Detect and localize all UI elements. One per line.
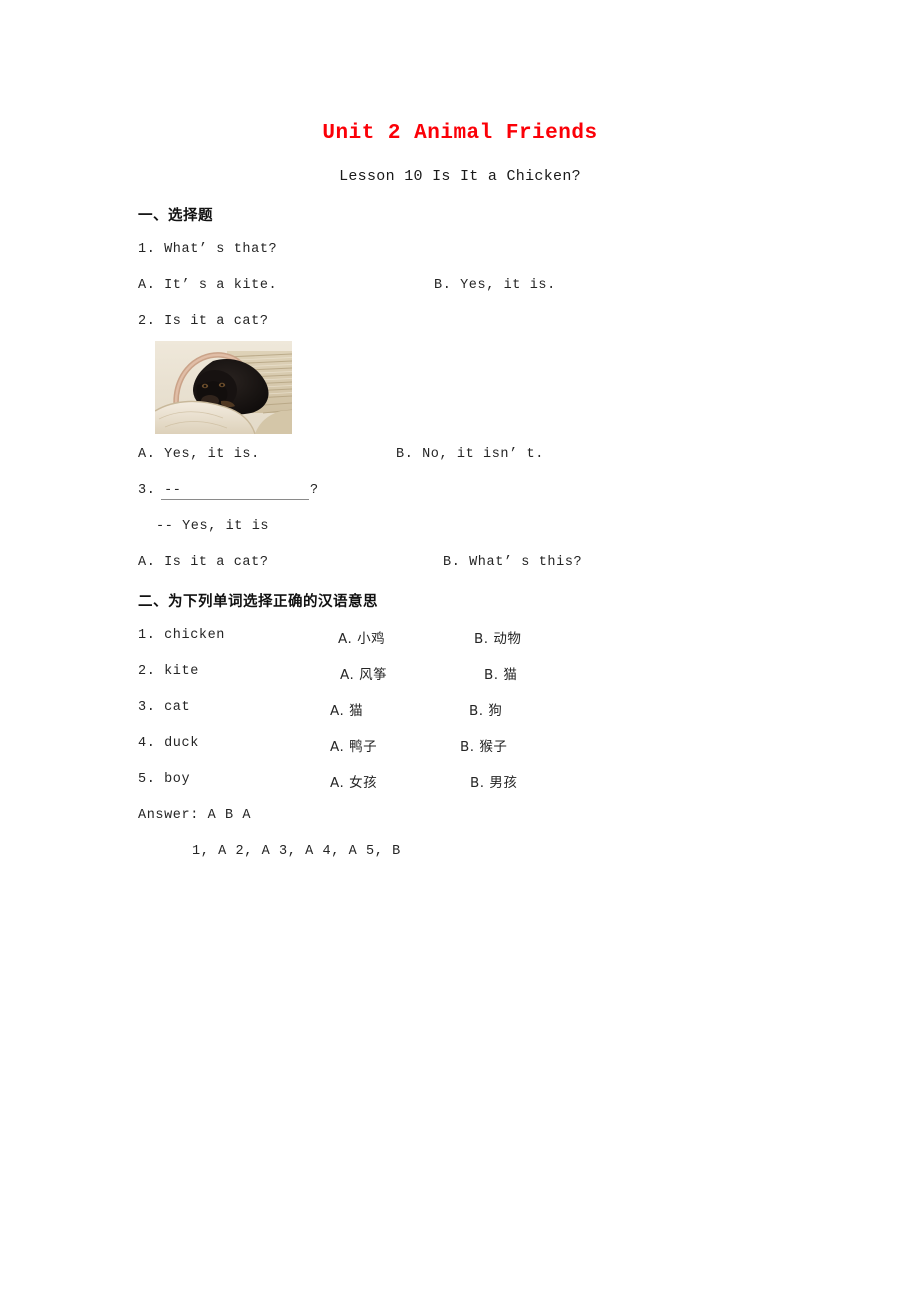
question-3-stem-suffix: ? [310, 483, 319, 498]
question-3-blank[interactable] [161, 499, 309, 500]
vocab-3-option-a[interactable]: A. 猫 [330, 699, 363, 719]
question-3-option-b[interactable]: B. What’ s this? [443, 555, 582, 570]
document-page: Unit 2 Animal Friends Lesson 10 Is It a … [0, 0, 920, 1302]
question-3-reply: -- Yes, it is [156, 519, 270, 534]
question-2-option-a[interactable]: A. Yes, it is. [138, 447, 260, 462]
question-1-stem: 1. What’ s that? [138, 242, 278, 257]
vocab-5-option-b[interactable]: B. 男孩 [470, 771, 517, 791]
vocab-2-option-b[interactable]: B. 猫 [484, 663, 517, 683]
question-2-option-b[interactable]: B. No, it isn’ t. [396, 447, 544, 462]
question-2-stem: 2. Is it a cat? [138, 314, 269, 329]
question-1-option-b[interactable]: B. Yes, it is. [434, 278, 556, 293]
dog-in-basket-illustration [155, 341, 292, 434]
question-3-option-a[interactable]: A. Is it a cat? [138, 555, 269, 570]
vocab-word-3: 3. cat [138, 700, 191, 715]
page-subtitle: Lesson 10 Is It a Chicken? [339, 168, 581, 185]
dog-in-basket-image [155, 341, 292, 434]
vocab-2-option-a[interactable]: A. 风筝 [340, 663, 387, 683]
section-one-heading: 一、选择题 [138, 208, 213, 224]
page-title: Unit 2 Animal Friends [322, 122, 598, 145]
question-1-option-a[interactable]: A. It’ s a kite. [138, 278, 277, 293]
question-3-stem-prefix: 3. -- [138, 483, 182, 498]
vocab-4-option-b[interactable]: B. 猴子 [460, 735, 507, 755]
answer-line-two: 1, A 2, A 3, A 4, A 5, B [192, 844, 401, 859]
vocab-word-4: 4. duck [138, 736, 199, 751]
vocab-3-option-b[interactable]: B. 狗 [469, 699, 502, 719]
vocab-word-1: 1. chicken [138, 628, 226, 643]
vocab-4-option-a[interactable]: A. 鸭子 [330, 735, 377, 755]
vocab-word-5: 5. boy [138, 772, 191, 787]
answer-line-one: Answer: A B A [138, 808, 252, 823]
vocab-1-option-b[interactable]: B. 动物 [474, 627, 521, 647]
section-two-heading: 二、为下列单词选择正确的汉语意思 [138, 594, 378, 610]
vocab-1-option-a[interactable]: A. 小鸡 [338, 627, 385, 647]
vocab-5-option-a[interactable]: A. 女孩 [330, 771, 377, 791]
vocab-word-2: 2. kite [138, 664, 199, 679]
